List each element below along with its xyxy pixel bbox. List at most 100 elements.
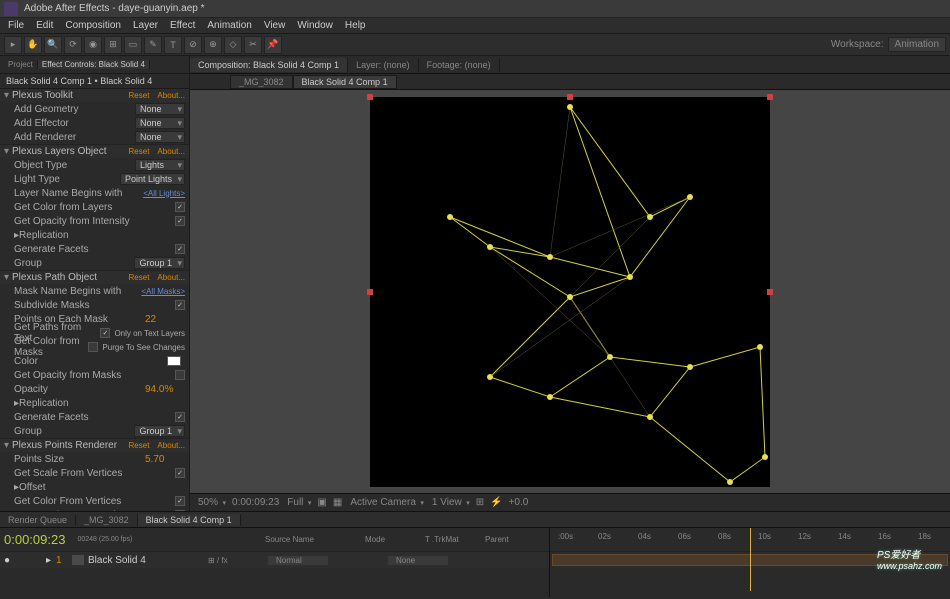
- reset-button[interactable]: Reset: [129, 441, 150, 450]
- zoom-dd[interactable]: 50%: [196, 497, 226, 508]
- pixel-aspect-icon[interactable]: ⊞: [476, 497, 484, 508]
- rotate-tool[interactable]: ⟳: [64, 36, 82, 54]
- path-object-header[interactable]: ▾ Plexus Path Object Reset About...: [0, 271, 189, 284]
- exposure-val[interactable]: +0.0: [509, 497, 529, 508]
- layer-tab[interactable]: Layer: (none): [348, 58, 419, 72]
- puppet-tool[interactable]: 📌: [264, 36, 282, 54]
- ruler-tick: 08s: [718, 532, 731, 541]
- menu-animation[interactable]: Animation: [201, 20, 257, 31]
- roto-tool[interactable]: ✂: [244, 36, 262, 54]
- color-swatch[interactable]: [167, 356, 181, 366]
- pen-tool[interactable]: ✎: [144, 36, 162, 54]
- shape-tool[interactable]: ▭: [124, 36, 142, 54]
- views-dd[interactable]: 1 View: [430, 497, 470, 508]
- region-icon[interactable]: ▣: [317, 497, 326, 508]
- color-vertices-check[interactable]: [175, 496, 185, 506]
- expand-icon[interactable]: ▸: [46, 555, 56, 566]
- zoom-tool[interactable]: 🔍: [44, 36, 62, 54]
- all-lights-link[interactable]: <All Lights>: [143, 189, 185, 198]
- menu-effect[interactable]: Effect: [164, 20, 201, 31]
- playhead[interactable]: [750, 528, 751, 591]
- tl-tab-render[interactable]: Render Queue: [0, 514, 76, 526]
- reset-button[interactable]: Reset: [129, 147, 150, 156]
- layer-name[interactable]: Black Solid 4: [88, 555, 208, 566]
- selection-tool[interactable]: ▸: [4, 36, 22, 54]
- add-geometry-dd[interactable]: None: [135, 103, 185, 115]
- toolbar: ▸ ✋ 🔍 ⟳ ◉ ⊞ ▭ ✎ T ⊘ ⊕ ◇ ✂ 📌 Workspace: A…: [0, 34, 950, 56]
- group-dd[interactable]: Group 1: [134, 257, 185, 269]
- viewer-controls: 50% 0:00:09:23 Full ▣ ▦ Active Camera 1 …: [190, 493, 950, 511]
- gen-facets-check[interactable]: [175, 412, 185, 422]
- comp-tab[interactable]: Composition: Black Solid 4 Comp 1: [190, 58, 348, 72]
- object-type-dd[interactable]: Lights: [135, 159, 185, 171]
- color-layers-check[interactable]: [175, 202, 185, 212]
- brush-tool[interactable]: ⊘: [184, 36, 202, 54]
- plexus-toolkit-header[interactable]: ▾ Plexus Toolkit Reset About...: [0, 89, 189, 102]
- opacity-masks-check[interactable]: [175, 370, 185, 380]
- footage-tab[interactable]: Footage: (none): [419, 58, 500, 72]
- ruler-tick: 06s: [678, 532, 691, 541]
- menu-edit[interactable]: Edit: [30, 20, 59, 31]
- menu-window[interactable]: Window: [291, 20, 339, 31]
- menu-view[interactable]: View: [258, 20, 292, 31]
- comp-viewer[interactable]: [190, 90, 950, 493]
- comp-subtab-2[interactable]: Black Solid 4 Comp 1: [293, 75, 397, 89]
- eraser-tool[interactable]: ◇: [224, 36, 242, 54]
- all-masks-link[interactable]: <All Masks>: [141, 287, 185, 296]
- comp-subtab-1[interactable]: _MG_3082: [230, 75, 293, 89]
- tl-tab-mg[interactable]: _MG_3082: [76, 514, 138, 526]
- comp-canvas[interactable]: [370, 97, 770, 487]
- collapse-icon[interactable]: ▾: [4, 272, 12, 283]
- ruler-tick: 14s: [838, 532, 851, 541]
- about-button[interactable]: About...: [157, 91, 185, 100]
- opacity-vertices-check[interactable]: [175, 510, 185, 511]
- menu-composition[interactable]: Composition: [59, 20, 127, 31]
- opacity-val[interactable]: 94.0%: [145, 384, 185, 395]
- camera-dd[interactable]: Active Camera: [348, 497, 424, 508]
- color-masks-check[interactable]: [88, 342, 98, 352]
- panbehind-tool[interactable]: ⊞: [104, 36, 122, 54]
- layer-row[interactable]: ● ▸ 1 Black Solid 4 ⊞ / fx Normal None: [0, 552, 549, 568]
- menu-help[interactable]: Help: [339, 20, 372, 31]
- text-tool[interactable]: T: [164, 36, 182, 54]
- eye-icon[interactable]: ●: [4, 555, 18, 566]
- menu-file[interactable]: File: [2, 20, 30, 31]
- reset-button[interactable]: Reset: [129, 91, 150, 100]
- light-type-dd[interactable]: Point Lights: [120, 173, 185, 185]
- tl-tab-comp[interactable]: Black Solid 4 Comp 1: [138, 514, 241, 526]
- hand-tool[interactable]: ✋: [24, 36, 42, 54]
- workspace-dropdown[interactable]: Animation: [888, 37, 946, 52]
- collapse-icon[interactable]: ▾: [4, 440, 12, 451]
- layer-switches[interactable]: ⊞ / fx: [208, 556, 268, 565]
- scale-vertices-check[interactable]: [175, 468, 185, 478]
- resolution-dd[interactable]: Full: [285, 497, 311, 508]
- add-renderer-dd[interactable]: None: [135, 131, 185, 143]
- collapse-icon[interactable]: ▾: [4, 90, 12, 101]
- points-size-val[interactable]: 5.70: [145, 454, 185, 465]
- about-button[interactable]: About...: [157, 273, 185, 282]
- effect-controls-tab[interactable]: Effect Controls: Black Solid 4: [38, 60, 150, 69]
- add-effector-dd[interactable]: None: [135, 117, 185, 129]
- about-button[interactable]: About...: [157, 147, 185, 156]
- timecode[interactable]: 0:00:09:23: [4, 532, 65, 547]
- parent-dd[interactable]: None: [388, 556, 448, 565]
- camera-tool[interactable]: ◉: [84, 36, 102, 54]
- stamp-tool[interactable]: ⊕: [204, 36, 222, 54]
- points-mask-val[interactable]: 22: [145, 314, 185, 325]
- fast-preview-icon[interactable]: ⚡: [490, 497, 502, 508]
- subdivide-check[interactable]: [175, 300, 185, 310]
- time-display[interactable]: 0:00:09:23: [232, 497, 279, 508]
- paths-text-check[interactable]: [100, 328, 110, 338]
- points-renderer-header[interactable]: ▾ Plexus Points Renderer Reset About...: [0, 439, 189, 452]
- collapse-icon[interactable]: ▾: [4, 146, 12, 157]
- about-button[interactable]: About...: [157, 441, 185, 450]
- reset-button[interactable]: Reset: [129, 273, 150, 282]
- gen-facets-check[interactable]: [175, 244, 185, 254]
- menu-layer[interactable]: Layer: [127, 20, 164, 31]
- group-dd[interactable]: Group 1: [134, 425, 185, 437]
- layers-object-header[interactable]: ▾ Plexus Layers Object Reset About...: [0, 145, 189, 158]
- opacity-intensity-check[interactable]: [175, 216, 185, 226]
- mode-dd[interactable]: Normal: [268, 556, 328, 565]
- project-tab[interactable]: Project: [4, 60, 38, 69]
- transparency-icon[interactable]: ▦: [333, 497, 342, 508]
